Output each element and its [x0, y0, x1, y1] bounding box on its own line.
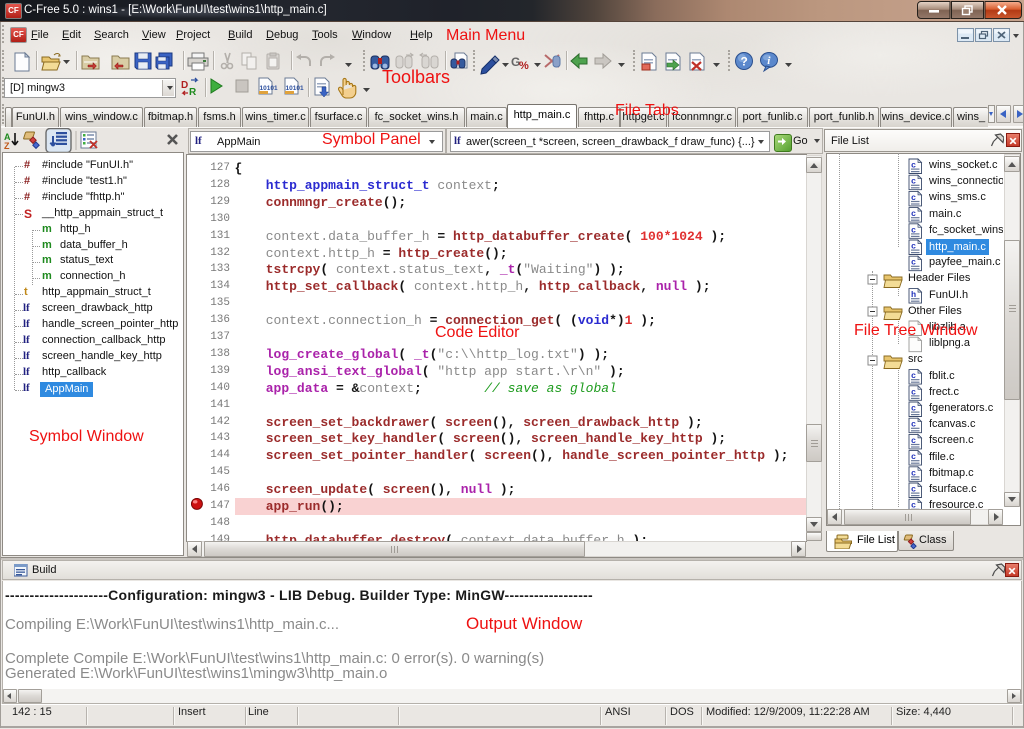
svg-text:Z: Z	[4, 141, 10, 151]
svg-text:R: R	[189, 87, 197, 98]
svg-text:D: D	[181, 80, 188, 91]
svg-text:10101: 10101	[286, 85, 304, 92]
svg-text:%: %	[519, 60, 529, 72]
svg-text:?: ?	[741, 55, 748, 69]
svg-text:10101: 10101	[260, 85, 278, 92]
